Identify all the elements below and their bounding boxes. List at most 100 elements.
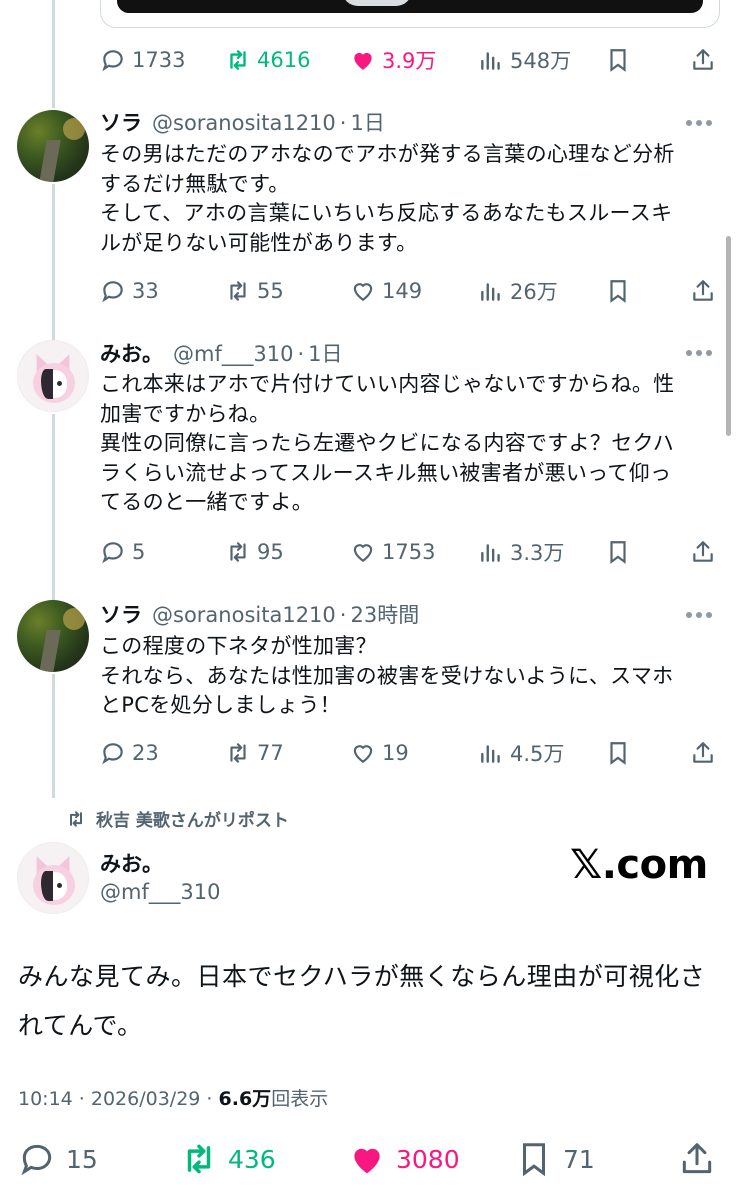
view-count: 6.6万 <box>218 1088 272 1110</box>
separator: · <box>297 342 305 366</box>
reply-icon <box>102 743 123 765</box>
views-icon <box>481 544 500 562</box>
reply-count: 15 <box>66 1144 98 1174</box>
bookmark-button[interactable] <box>605 733 631 773</box>
display-name[interactable]: みお。 <box>100 848 163 878</box>
like-button[interactable]: 149 <box>350 271 422 311</box>
views-icon <box>481 745 500 763</box>
bookmark-icon <box>610 280 626 303</box>
views-button[interactable]: 548万 <box>478 40 571 80</box>
like-button[interactable]: 1753 <box>350 532 435 572</box>
repost-count: 4616 <box>257 48 311 72</box>
user-handle[interactable]: @soranosita1210 <box>152 111 336 135</box>
bookmark-icon <box>610 49 626 72</box>
tweet-header: ソラ @soranosita1210 · 1日 <box>100 107 700 137</box>
repost-icon <box>230 542 246 562</box>
reply-button[interactable]: 1733 <box>100 40 185 80</box>
views-count: 4.5万 <box>510 742 565 766</box>
reply-button[interactable]: 33 <box>100 271 159 311</box>
repost-button[interactable]: 4616 <box>225 40 310 80</box>
views-icon <box>481 283 500 301</box>
more-button[interactable] <box>686 612 720 618</box>
bookmark-button[interactable] <box>605 271 631 311</box>
repost-button[interactable]: 95 <box>225 532 284 572</box>
text-line: とPCを処分しましょう！ <box>100 693 341 717</box>
text-line: てるのと一緒ですよ。 <box>100 490 313 514</box>
like-button[interactable]: 3.9万 <box>350 40 436 80</box>
user-handle[interactable]: @mf___310 <box>173 342 293 366</box>
like-count: 1753 <box>382 540 436 564</box>
like-button[interactable]: 3080 <box>348 1137 460 1181</box>
more-icon <box>686 120 692 126</box>
repost-context[interactable]: 秋吉 美歌さんがリポスト <box>66 806 289 831</box>
tweet-text: その男はただのアホなのでアホが発する言葉の心理など分析 するだけ無駄です。 そし… <box>100 140 715 258</box>
more-button[interactable] <box>686 350 720 356</box>
like-icon <box>353 745 373 763</box>
more-button[interactable] <box>686 120 720 126</box>
user-handle[interactable]: @soranosita1210 <box>152 603 336 627</box>
media-image[interactable] <box>117 0 703 13</box>
avatar[interactable] <box>17 842 89 914</box>
like-icon <box>353 283 373 301</box>
share-icon <box>693 280 713 301</box>
display-name[interactable]: ソラ <box>100 107 142 137</box>
reply-button[interactable]: 15 <box>18 1137 98 1181</box>
repost-button[interactable]: 55 <box>225 271 284 311</box>
reply-count: 23 <box>132 741 159 765</box>
thread-line <box>52 674 55 798</box>
separator: · <box>339 603 347 627</box>
timestamp[interactable]: 23時間 <box>350 599 419 629</box>
like-button[interactable]: 19 <box>350 733 409 773</box>
display-name[interactable]: ソラ <box>100 599 142 629</box>
repost-label-text: 秋吉 美歌さんがリポスト <box>96 811 289 831</box>
text-line: 異性の同僚に言ったら左遷やクビになる内容ですよ？セクハ <box>100 431 675 455</box>
text-line: その男はただのアホなのでアホが発する言葉の心理など分析 <box>100 142 675 166</box>
like-count: 3.9万 <box>382 49 437 73</box>
share-button[interactable] <box>690 40 716 80</box>
avatar[interactable] <box>17 340 89 412</box>
reply-button[interactable]: 5 <box>100 532 145 572</box>
separator: · <box>339 111 347 135</box>
repost-button[interactable]: 77 <box>225 733 284 773</box>
views-button[interactable]: 4.5万 <box>478 733 564 773</box>
tweet-header: みお。 @mf___310 · 1日 <box>100 338 700 368</box>
timestamp[interactable]: 1日 <box>308 338 342 368</box>
timestamp[interactable]: 1日 <box>350 107 384 137</box>
display-name[interactable]: みお。 <box>100 338 163 368</box>
views-button[interactable]: 26万 <box>478 271 558 311</box>
repost-button[interactable]: 436 <box>180 1137 276 1181</box>
quoted-media-card[interactable] <box>100 0 720 28</box>
share-button[interactable] <box>678 1137 716 1181</box>
bookmark-button[interactable]: 71 <box>515 1137 595 1181</box>
views-count: 548万 <box>510 49 572 73</box>
bookmark-button[interactable] <box>605 40 631 80</box>
thread-line <box>52 414 55 600</box>
reply-icon <box>102 542 123 564</box>
share-button[interactable] <box>690 733 716 773</box>
like-count: 149 <box>382 279 423 303</box>
like-count: 19 <box>382 741 409 765</box>
avatar[interactable] <box>17 110 89 182</box>
repost-icon <box>230 281 246 301</box>
like-count: 3080 <box>396 1144 460 1174</box>
share-icon <box>693 742 713 763</box>
bookmark-button[interactable] <box>605 532 631 572</box>
bookmark-icon <box>610 541 626 564</box>
like-icon <box>354 52 372 70</box>
reply-icon <box>21 1144 52 1176</box>
reply-icon <box>102 50 123 72</box>
share-button[interactable] <box>690 271 716 311</box>
scrollbar[interactable] <box>726 236 731 436</box>
reply-button[interactable]: 23 <box>100 733 159 773</box>
views-count: 26万 <box>510 280 558 304</box>
repost-count: 55 <box>257 279 284 303</box>
avatar[interactable] <box>17 600 89 672</box>
x-com-watermark: 𝕏.com <box>570 842 708 888</box>
reply-count: 1733 <box>132 48 186 72</box>
user-handle[interactable]: @mf___310 <box>100 880 220 904</box>
views-button[interactable]: 3.3万 <box>478 532 564 572</box>
share-button[interactable] <box>690 532 716 572</box>
text-line: この程度の下ネタが性加害？ <box>100 634 377 658</box>
post-time[interactable]: 10:14 · 2026/03/29 · <box>18 1088 219 1110</box>
share-icon <box>682 1143 712 1174</box>
